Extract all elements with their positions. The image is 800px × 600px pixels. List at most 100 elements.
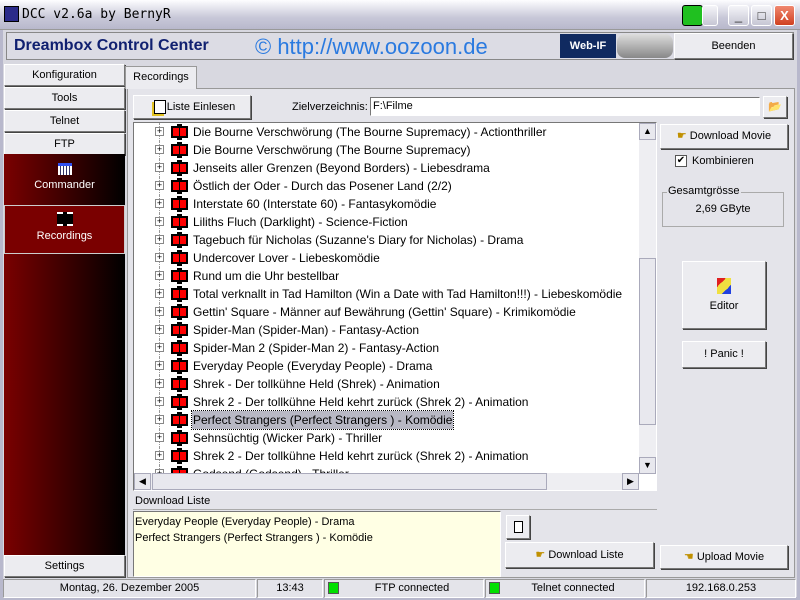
- scroll-right-button[interactable]: ▶: [622, 473, 639, 490]
- film-icon: [171, 286, 188, 302]
- expand-icon[interactable]: +: [155, 271, 164, 280]
- recordings-tree[interactable]: +Godsend (Godsend) - Thriller+Shrek 2 - …: [133, 122, 657, 491]
- tree-item[interactable]: + Sehnsüchtig (Wicker Park) - Thriller: [134, 429, 639, 447]
- expand-icon[interactable]: +: [155, 199, 164, 208]
- tree-item[interactable]: + Shrek 2 - Der tollkühne Held kehrt zurü…: [134, 447, 639, 465]
- browse-folder-button[interactable]: 📂: [763, 96, 787, 118]
- film-icon: [171, 340, 188, 356]
- window-title: DCC v2.6a by BernyR: [22, 7, 171, 22]
- expand-icon[interactable]: +: [155, 163, 164, 172]
- hand-pointer-left-icon: ☚: [683, 551, 697, 563]
- combine-checkbox[interactable]: ✔: [675, 155, 687, 167]
- tree-item[interactable]: + Tagebuch für Nicholas (Suzanne's Diary …: [134, 231, 639, 249]
- close-button[interactable]: X: [774, 5, 795, 26]
- download-list-button[interactable]: ☛ Download Liste: [505, 542, 654, 568]
- sidebar-item-konfiguration[interactable]: Konfiguration: [4, 64, 125, 86]
- vertical-scroll-thumb[interactable]: [639, 258, 656, 425]
- restore-icon[interactable]: [702, 5, 718, 26]
- status-telnet: Telnet connected: [485, 579, 645, 598]
- expand-icon[interactable]: +: [155, 361, 164, 370]
- panic-button[interactable]: ! Panic !: [682, 341, 766, 368]
- tree-item[interactable]: + Shrek 2 - Der tollkühne Held kehrt zurü…: [134, 393, 639, 411]
- expand-icon[interactable]: +: [155, 397, 164, 406]
- nav-recordings[interactable]: Recordings: [4, 205, 125, 254]
- tree-item[interactable]: + Gettin' Square - Männer auf Bewährung (…: [134, 303, 639, 321]
- tree-item[interactable]: + Spider-Man 2 (Spider-Man 2) - Fantasy-A…: [134, 339, 639, 357]
- expand-icon[interactable]: +: [155, 307, 164, 316]
- download-list[interactable]: Everyday People (Everyday People) - Dram…: [133, 511, 501, 577]
- tree-item-label: Spider-Man (Spider-Man) - Fantasy-Action: [193, 323, 420, 337]
- app-name: Dreambox Control Center: [14, 37, 209, 54]
- tree-item[interactable]: + Die Bourne Verschwörung (The Bourne Sup…: [134, 123, 639, 141]
- target-dir-input[interactable]: F:\Filme: [370, 97, 760, 116]
- expand-icon[interactable]: +: [155, 415, 164, 424]
- tray-icon[interactable]: [682, 5, 703, 26]
- tree-item[interactable]: + Jenseits aller Grenzen (Beyond Borders)…: [134, 159, 639, 177]
- new-list-button[interactable]: [506, 515, 530, 539]
- tree-item[interactable]: + Die Bourne Verschwörung (The Bourne Sup…: [134, 141, 639, 159]
- editor-button[interactable]: Editor: [682, 261, 766, 329]
- grid-icon: [57, 163, 72, 175]
- tree-item[interactable]: + Everyday People (Everyday People) - Dra…: [134, 357, 639, 375]
- tree-item-label: Östlich der Oder - Durch das Posener Lan…: [193, 179, 452, 193]
- sidebar-item-telnet[interactable]: Telnet: [4, 110, 125, 132]
- scroll-left-button[interactable]: ◀: [134, 473, 151, 490]
- film-icon: [171, 196, 188, 212]
- film-icon: [171, 142, 188, 158]
- tree-item-label: Shrek 2 - Der tollkühne Held kehrt zurüc…: [193, 395, 529, 409]
- download-list-item[interactable]: Perfect Strangers (Perfect Strangers ) -…: [135, 530, 499, 546]
- download-movie-button[interactable]: ☛ Download Movie: [660, 124, 788, 149]
- tree-item[interactable]: + Total verknallt in Tad Hamilton (Win a …: [134, 285, 639, 303]
- minimize-button[interactable]: _: [728, 5, 749, 26]
- tree-item-label: Liliths Fluch (Darklight) - Science-Fict…: [193, 215, 408, 229]
- tree-item-label: Sehnsüchtig (Wicker Park) - Thriller: [193, 431, 383, 445]
- tree-item[interactable]: + Liliths Fluch (Darklight) - Science-Fic…: [134, 213, 639, 231]
- horizontal-scroll-thumb[interactable]: [152, 473, 547, 490]
- read-list-button[interactable]: Liste Einlesen: [133, 95, 251, 119]
- website-link[interactable]: © http://www.oozoon.de: [255, 34, 488, 60]
- tree-item-label: Total verknallt in Tad Hamilton (Win a D…: [193, 287, 623, 301]
- tab-recordings[interactable]: Recordings: [125, 66, 197, 89]
- sidebar-item-settings[interactable]: Settings: [4, 555, 125, 577]
- upload-movie-button[interactable]: ☚ Upload Movie: [660, 545, 788, 569]
- nav-recordings-label: Recordings: [36, 230, 93, 242]
- tree-item[interactable]: + Spider-Man (Spider-Man) - Fantasy-Actio…: [134, 321, 639, 339]
- webif-logo[interactable]: Web-IF: [560, 34, 616, 58]
- film-icon: [171, 412, 188, 428]
- film-icon: [171, 268, 188, 284]
- tree-item-label: Spider-Man 2 (Spider-Man 2) - Fantasy-Ac…: [193, 341, 440, 355]
- expand-icon[interactable]: +: [155, 145, 164, 154]
- expand-icon[interactable]: +: [155, 325, 164, 334]
- film-icon: [171, 394, 188, 410]
- tree-item[interactable]: + Rund um die Uhr bestellbar: [134, 267, 639, 285]
- tree-item[interactable]: + Interstate 60 (Interstate 60) - Fantasy…: [134, 195, 639, 213]
- new-document-icon: [514, 521, 523, 533]
- sidebar-item-tools[interactable]: Tools: [4, 87, 125, 109]
- horizontal-scrollbar[interactable]: ◀ ▶: [134, 473, 639, 490]
- expand-icon[interactable]: +: [155, 253, 164, 262]
- expand-icon[interactable]: +: [155, 181, 164, 190]
- download-list-item[interactable]: Everyday People (Everyday People) - Dram…: [135, 514, 499, 530]
- scroll-up-button[interactable]: ▲: [639, 123, 656, 140]
- expand-icon[interactable]: +: [155, 127, 164, 136]
- hand-pointer-icon: ☛: [535, 549, 549, 561]
- expand-icon[interactable]: +: [155, 433, 164, 442]
- expand-icon[interactable]: +: [155, 235, 164, 244]
- expand-icon[interactable]: +: [155, 451, 164, 460]
- nav-commander[interactable]: Commander: [4, 156, 125, 204]
- exit-button[interactable]: Beenden: [674, 33, 793, 59]
- upload-movie-label: Upload Movie: [696, 551, 765, 563]
- expand-icon[interactable]: +: [155, 289, 164, 298]
- tree-item[interactable]: + Shrek - Der tollkühne Held (Shrek) - An…: [134, 375, 639, 393]
- tree-item[interactable]: + Perfect Strangers (Perfect Strangers ) …: [134, 410, 639, 430]
- vertical-scrollbar[interactable]: ▲ ▼: [639, 123, 656, 474]
- tree-item[interactable]: + Undercover Lover - Liebeskomödie: [134, 249, 639, 267]
- remote-control-icon[interactable]: [617, 34, 673, 58]
- maximize-button[interactable]: □: [751, 5, 772, 26]
- scroll-down-button[interactable]: ▼: [639, 457, 656, 474]
- sidebar-item-ftp[interactable]: FTP: [4, 133, 125, 155]
- expand-icon[interactable]: +: [155, 379, 164, 388]
- tree-item[interactable]: + Östlich der Oder - Durch das Posener La…: [134, 177, 639, 195]
- expand-icon[interactable]: +: [155, 343, 164, 352]
- expand-icon[interactable]: +: [155, 217, 164, 226]
